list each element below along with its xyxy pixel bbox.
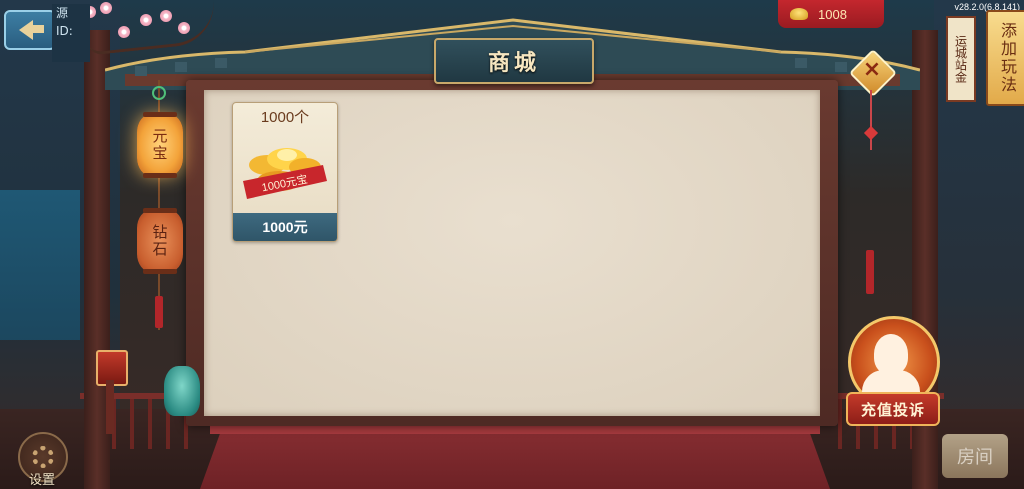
room-button[interactable]: 房间 [942,434,1008,478]
blossom-icon [118,26,130,38]
item-quantity: 1000个 [260,109,310,126]
item-price: 1000元 [262,219,308,235]
left-info-strip: 源 ID: [52,4,90,62]
shop-item-card[interactable]: 1000个 1000元宝 1000元 [232,102,338,242]
blossom-icon [160,10,172,22]
tab-diamond[interactable]: 钻石 [137,208,183,274]
right-sign-partial: 运城站金 [946,16,976,102]
left-info-line2: ID: [56,24,73,38]
tab-yuanbao[interactable]: 元宝 [137,112,183,178]
blossom-icon [140,14,152,26]
item-price-bar[interactable]: 1000元 [233,213,337,241]
gold-ingot-pile-icon: 1000元宝 [243,148,327,199]
back-arrow-tail [28,25,44,33]
jade-ring-icon [152,86,166,100]
currency-amount: 1008 [818,6,847,22]
gear-icon [32,446,54,468]
settings-label: 设置 [28,473,55,488]
game-scene: 源 ID: 商城 1000个 1000元宝 1000元 元宝 钻石 1008 v… [0,0,1024,489]
tassel-icon [866,250,874,294]
gold-ingot-icon [790,8,808,20]
recharge-complaint-button[interactable]: 充值投诉 [846,392,940,426]
cord-knot-icon [863,125,879,141]
lamp-post [106,380,114,434]
close-icon[interactable]: × [862,55,882,85]
vase-icon [164,366,200,416]
back-button[interactable] [4,10,56,50]
blossom-icon [178,22,190,34]
add-game-button[interactable]: 添加玩法 [986,10,1024,106]
currency-display: 1008 [778,0,884,28]
left-background-banner [0,190,80,340]
shop-title-plaque: 商城 [434,38,594,84]
left-info-line1: 源 [56,6,69,20]
shop-title: 商城 [487,50,540,76]
blossom-icon [100,2,112,14]
close-cord [870,90,872,150]
tassel-icon [155,296,163,328]
support-headset-icon [874,334,908,374]
